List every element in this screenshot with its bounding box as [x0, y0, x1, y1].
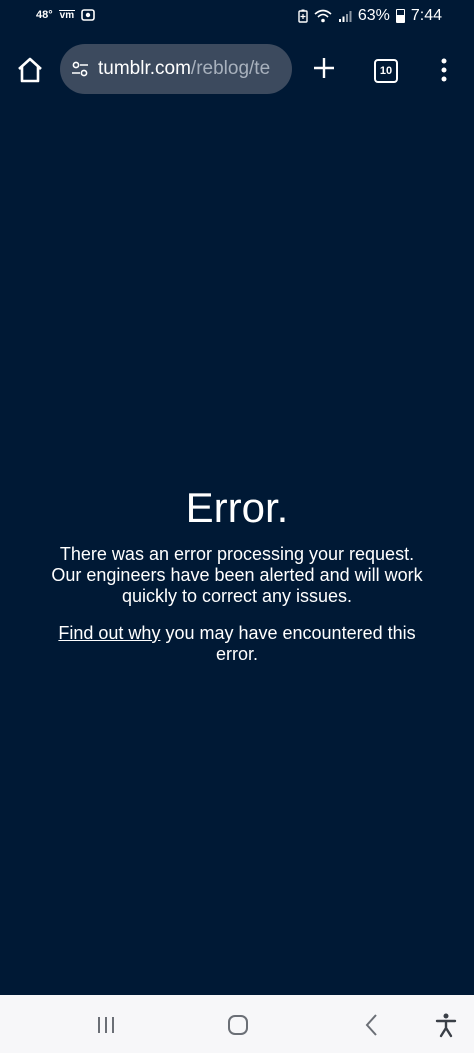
url-text[interactable]: tumblr.com/reblog/te: [98, 58, 284, 80]
accessibility-icon[interactable]: [432, 1011, 460, 1039]
new-tab-icon[interactable]: [310, 54, 338, 82]
tab-switcher-button[interactable]: 10: [374, 59, 398, 83]
url-path: /reblog/te: [190, 58, 271, 79]
find-out-text: you may have encountered this: [160, 623, 416, 643]
temperature-text: 48°: [36, 9, 53, 21]
battery-percent: 63%: [357, 7, 390, 24]
screen-record-icon: [81, 9, 95, 21]
tab-count: 10: [379, 65, 393, 77]
find-out-paragraph: Find out why you may have encountered th…: [20, 623, 454, 665]
status-left: 48° vm: [36, 9, 95, 21]
home-nav-icon[interactable]: [224, 1011, 252, 1039]
battery-saver-icon: [298, 9, 308, 23]
site-settings-icon[interactable]: [70, 59, 90, 79]
home-icon[interactable]: [14, 54, 46, 86]
signal-icon: [338, 11, 352, 22]
status-right: 63% 7:44: [298, 7, 442, 25]
error-title: Error.: [185, 484, 289, 531]
system-navigation-bar: [0, 995, 474, 1053]
error-description: There was an error processing your reque…: [20, 544, 454, 607]
address-bar[interactable]: tumblr.com/reblog/te: [60, 44, 292, 94]
find-out-text-end: error.: [215, 644, 258, 664]
find-out-why-link[interactable]: Find out why: [58, 623, 160, 643]
vm-icon: vm: [58, 9, 76, 21]
clock: 7:44: [410, 7, 442, 24]
status-bar: 48° vm 63% 7:44: [0, 0, 474, 36]
recent-apps-icon[interactable]: [92, 1011, 120, 1039]
error-description-line: Our engineers have been alerted and will…: [51, 565, 423, 585]
error-description-line: There was an error processing your reque…: [59, 544, 415, 564]
more-menu-icon[interactable]: [436, 56, 452, 84]
back-icon[interactable]: [358, 1011, 386, 1039]
url-host: tumblr.com: [98, 58, 191, 79]
error-description-line: quickly to correct any issues.: [121, 586, 353, 606]
battery-icon: [395, 9, 405, 23]
wifi-icon: [314, 9, 332, 23]
error-message-block: Error. There was an error processing you…: [20, 484, 454, 665]
browser-toolbar: tumblr.com/reblog/te 10: [0, 40, 474, 100]
